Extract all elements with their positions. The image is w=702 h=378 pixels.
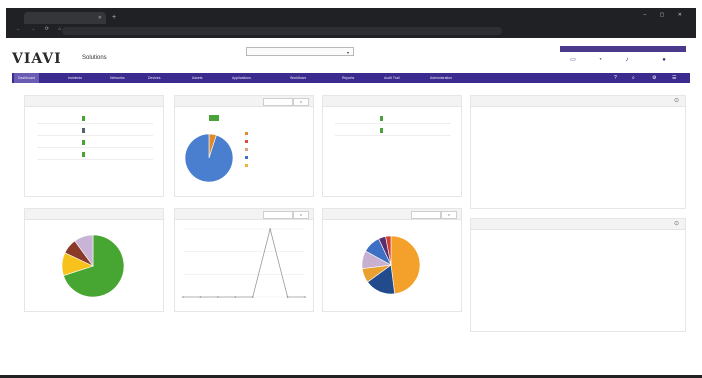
panel-title [25, 96, 163, 107]
list-item[interactable] [335, 114, 451, 124]
nav-audit-trail[interactable]: Audit Trail [384, 73, 400, 83]
pie-slice[interactable] [184, 133, 234, 183]
user-icon[interactable]: ● [651, 57, 677, 64]
menu-icon[interactable]: ☰ [672, 73, 676, 83]
status-icon [380, 116, 383, 121]
pie-slice[interactable] [390, 235, 421, 295]
list-item[interactable] [37, 150, 153, 160]
nav-reports[interactable]: Reports [342, 73, 354, 83]
status-panel [24, 95, 164, 197]
list-item[interactable] [335, 126, 451, 136]
nav-networks[interactable]: Networks [110, 73, 125, 83]
line-panel: ▾ [174, 208, 314, 312]
data-point[interactable] [199, 296, 202, 298]
data-point[interactable] [286, 296, 289, 298]
nav-devices[interactable]: Devices [148, 73, 160, 83]
data-point[interactable] [182, 296, 184, 298]
panel-title [471, 96, 685, 107]
help-icon[interactable]: ? [614, 73, 617, 83]
panel-title [471, 219, 685, 230]
nav-assets[interactable]: Assets [192, 73, 203, 83]
collapse-icon[interactable]: ⊙ [674, 220, 679, 227]
user-menu[interactable] [560, 46, 686, 52]
activity-panel: ⊙ [470, 95, 686, 209]
pie-chart-1 [61, 234, 125, 298]
product-name: Solutions [82, 55, 107, 61]
compliance-pie-chart [184, 133, 234, 183]
collapse-icon[interactable]: ⊙ [674, 97, 679, 104]
nav-administration[interactable]: Administration [430, 73, 452, 83]
legend-item [245, 132, 251, 137]
nav-incidents[interactable]: Incidents [68, 73, 82, 83]
bell-icon[interactable]: ♪ [614, 57, 640, 64]
pie-panel-1 [24, 208, 164, 312]
pie-panel-2: ▾ [322, 208, 462, 312]
new-tab-icon[interactable]: + [112, 12, 116, 24]
nav-dashboard[interactable]: Dashboard [14, 73, 40, 83]
legend-item [245, 140, 251, 145]
list-item[interactable] [37, 114, 153, 124]
status-icon [82, 116, 85, 121]
app-header [12, 40, 690, 72]
data-point[interactable] [217, 296, 219, 298]
window-controls[interactable]: – ▢ ✕ [644, 12, 688, 18]
status-icon [82, 152, 85, 157]
status-icon [82, 128, 85, 133]
search-icon[interactable]: ⌕ [632, 73, 635, 83]
legend-item [245, 148, 251, 153]
logo: VIAVI [12, 51, 62, 67]
browser-chrome: ✕ + – ▢ ✕ ← → ⟳ ⌂ [6, 8, 696, 38]
panel-title [323, 96, 461, 107]
data-point[interactable] [269, 228, 271, 230]
browser-tab[interactable]: ✕ [24, 12, 106, 24]
status-icon [82, 140, 85, 145]
address-bar[interactable] [62, 27, 502, 35]
summary-panel [322, 95, 462, 197]
legend-item [245, 164, 251, 169]
org-select[interactable]: ▾ [246, 47, 354, 56]
series-line [183, 228, 305, 298]
browser-nav-icons[interactable]: ← → ⟳ ⌂ [16, 26, 65, 32]
list-item[interactable] [37, 126, 153, 136]
data-point[interactable] [251, 296, 254, 298]
gauge-icon[interactable]: ◔ [587, 57, 613, 64]
data-point[interactable] [304, 296, 306, 298]
line-chart [182, 228, 306, 298]
status-icon [380, 128, 383, 133]
compliance-panel: ▾ [174, 95, 314, 197]
nav-applications[interactable]: Applications [232, 73, 251, 83]
settings-icon[interactable]: ⚙ [652, 73, 656, 83]
list-item[interactable] [37, 138, 153, 148]
pie-chart-2 [361, 235, 421, 295]
legend-item [245, 156, 251, 161]
nav-workflows[interactable]: Workflows [290, 73, 306, 83]
close-icon[interactable]: ✕ [98, 12, 102, 24]
alerts-panel: ⊙ [470, 218, 686, 332]
main-navbar: Dashboard Incidents Networks Devices Ass… [12, 73, 690, 83]
monitor-icon[interactable]: ▭ [560, 57, 586, 64]
chevron-down-icon: ▾ [346, 50, 349, 55]
data-point[interactable] [234, 296, 237, 298]
